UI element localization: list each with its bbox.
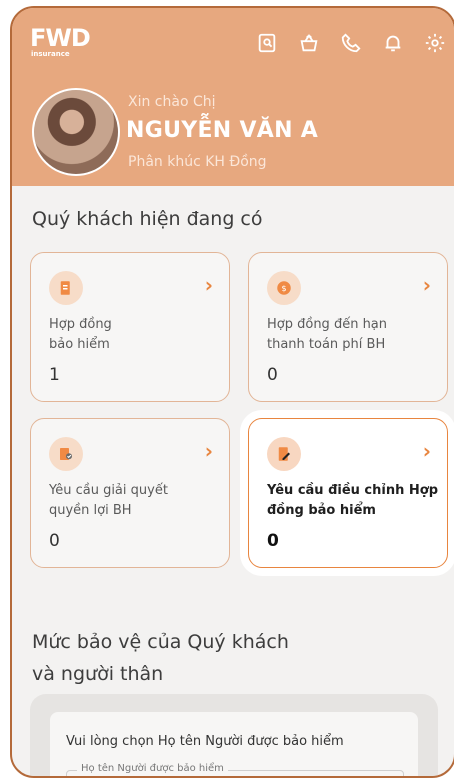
card-count: 0 (267, 531, 279, 551)
card-due-payments[interactable]: $ › Hợp đồng đến hạn thanh toán phí BH 0 (248, 252, 448, 402)
insured-name-field[interactable]: Họ tên Người được bảo hiểm (66, 763, 404, 776)
edit-document-icon (267, 437, 301, 471)
search-document-icon[interactable] (256, 32, 278, 54)
protection-panel: Vui lòng chọn Họ tên Người được bảo hiểm… (30, 694, 438, 776)
claim-check-icon (49, 437, 83, 471)
dollar-icon: $ (267, 271, 301, 305)
document-icon (49, 271, 83, 305)
chevron-right-icon: › (204, 273, 213, 297)
section-title: Quý khách hiện đang có (32, 208, 263, 230)
chevron-right-icon: › (204, 439, 213, 463)
app-frame: FWD insurance Xin chào Chị NGUYỄN VĂN A … (10, 6, 454, 778)
card-count: 0 (267, 365, 278, 385)
card-label: Hợp đồng đến hạn thanh toán phí BH (267, 317, 388, 352)
chevron-right-icon: › (422, 439, 431, 463)
card-label: Hợp đồng bảo hiểm (49, 317, 112, 352)
svg-text:$: $ (281, 283, 286, 293)
card-count: 1 (49, 365, 60, 385)
logo-wordmark: FWD (30, 24, 91, 52)
card-label: Yêu cầu điều chỉnh Hợp đồng bảo hiểm (267, 483, 439, 518)
card-count: 0 (49, 531, 60, 551)
card-policies[interactable]: › Hợp đồng bảo hiểm 1 (30, 252, 230, 402)
insured-select-card: Vui lòng chọn Họ tên Người được bảo hiểm… (50, 712, 418, 776)
chevron-right-icon: › (422, 273, 431, 297)
customer-segment: Phân khúc KH Đồng (128, 154, 267, 170)
header: FWD insurance Xin chào Chị NGUYỄN VĂN A … (12, 8, 454, 186)
card-policy-adjustment[interactable]: › Yêu cầu điều chỉnh Hợp đồng bảo hiểm 0 (248, 418, 448, 568)
protection-title: Mức bảo vệ của Quý khách và người thân (32, 631, 289, 685)
avatar[interactable] (32, 88, 120, 176)
gear-icon[interactable] (424, 32, 446, 54)
package-icon[interactable] (298, 32, 320, 54)
header-icons (256, 32, 446, 54)
fwd-logo: FWD insurance (30, 24, 91, 58)
bell-icon[interactable] (382, 32, 404, 54)
select-prompt: Vui lòng chọn Họ tên Người được bảo hiểm (66, 734, 344, 749)
field-label: Họ tên Người được bảo hiểm (77, 763, 228, 774)
phone-icon[interactable] (340, 32, 362, 54)
card-claims[interactable]: › Yêu cầu giải quyết quyền lợi BH 0 (30, 418, 230, 568)
customer-name: NGUYỄN VĂN A (126, 118, 319, 143)
greeting-text: Xin chào Chị (128, 94, 216, 110)
card-label: Yêu cầu giải quyết quyền lợi BH (49, 483, 168, 518)
